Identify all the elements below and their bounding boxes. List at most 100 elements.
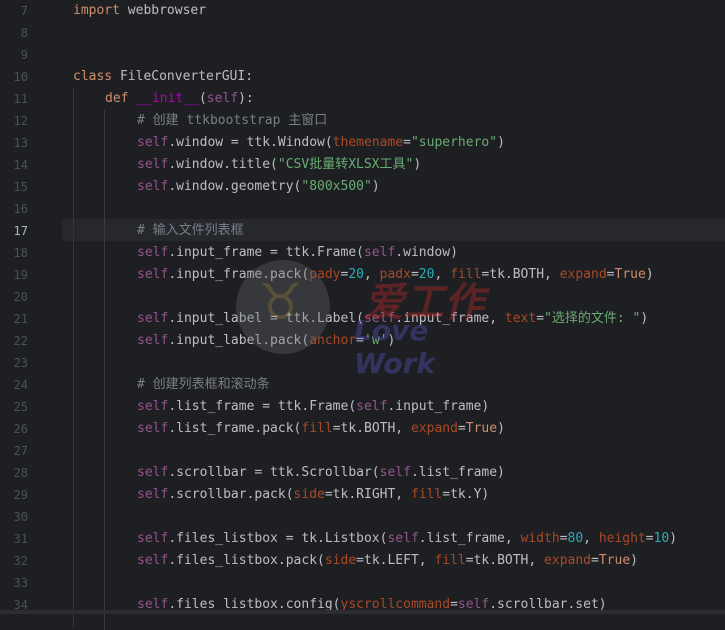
token-text: ): [497, 135, 505, 150]
token-param: fill: [301, 421, 333, 436]
watermark-text-en: Love Work: [354, 314, 436, 380]
line-number: 9: [20, 48, 28, 62]
code-line[interactable]: self.window.geometry("800x500"): [137, 176, 380, 198]
token-self: self: [137, 487, 169, 502]
line-number: 7: [20, 4, 28, 18]
line-number: 12: [13, 114, 28, 128]
line-number: 24: [13, 378, 28, 392]
line-number: 25: [13, 400, 28, 414]
token-text: .list_frame): [410, 465, 505, 480]
line-number: 26: [13, 422, 28, 436]
code-editor[interactable]: 7 8 9 10 11 12 13 14 15 16 17 18 19 20 2…: [0, 0, 725, 630]
token-self: self: [137, 421, 169, 436]
token-param: fill: [410, 487, 443, 502]
token-text: FileConverterGUI:: [112, 69, 254, 84]
token-param: height: [598, 531, 646, 546]
code-line[interactable]: import webbrowser: [73, 0, 206, 22]
token-string: "800x500": [301, 179, 372, 194]
token-keyword: def: [105, 91, 129, 106]
token-param: themename: [332, 135, 404, 150]
code-line[interactable]: self.scrollbar = ttk.Scrollbar(self.list…: [137, 462, 505, 484]
token-param: expand: [410, 421, 458, 436]
token-text: ,: [583, 531, 599, 546]
token-string: "superhero": [410, 135, 498, 150]
token-text: =: [559, 531, 568, 546]
token-self: self: [137, 333, 169, 348]
token-text: =: [606, 267, 615, 282]
line-number: 14: [13, 158, 28, 172]
code-line[interactable]: # 输入文件列表框: [137, 220, 244, 242]
token-param: width: [520, 531, 560, 546]
token-text: =: [591, 553, 599, 568]
line-number: 20: [13, 290, 28, 304]
token-number: 80: [567, 531, 584, 546]
token-string: "CSV批量转XLSX工具": [277, 157, 414, 172]
token-text: .input_frame): [387, 399, 490, 414]
token-text: .window.title(: [168, 157, 278, 172]
token-keyword: True: [598, 553, 631, 568]
token-text: .files_listbox.pack(: [168, 553, 325, 568]
token-text: .list_frame.pack(: [168, 421, 302, 436]
token-text: =tk.RIGHT,: [324, 487, 411, 502]
token-string: "选择的文件: ": [544, 311, 641, 326]
line-number-current: 17: [13, 224, 28, 238]
code-line[interactable]: self.window.title("CSV批量转XLSX工具"): [137, 154, 421, 176]
line-number: 32: [13, 554, 28, 568]
code-line[interactable]: # 创建列表框和滚动条: [137, 374, 270, 396]
code-line[interactable]: self.list_frame.pack(fill=tk.BOTH, expan…: [137, 418, 505, 440]
code-line[interactable]: def __init__(self):: [105, 88, 254, 110]
token-param: expand: [544, 553, 592, 568]
token-self: self: [137, 179, 169, 194]
status-bar: [0, 610, 725, 614]
code-line[interactable]: self.window = ttk.Window(themename="supe…: [137, 132, 505, 154]
token-self: self: [137, 399, 169, 414]
token-text: =: [403, 135, 411, 150]
token-keyword: import: [73, 3, 120, 18]
token-text: ): [640, 311, 649, 326]
token-self: self: [137, 157, 169, 172]
line-number: 31: [13, 532, 28, 546]
code-line[interactable]: class FileConverterGUI:: [73, 66, 253, 88]
token-text: ):: [238, 91, 254, 106]
token-text: =tk.Y): [442, 487, 490, 502]
cow-mascot-icon: ♉: [258, 273, 303, 331]
line-number: 16: [13, 202, 28, 216]
token-text: .scrollbar.pack(: [168, 487, 294, 502]
token-keyword: class: [73, 69, 113, 84]
token-self: self: [206, 91, 239, 106]
line-number: 30: [13, 510, 28, 524]
token-text: ): [630, 553, 638, 568]
code-line[interactable]: self.files_listbox = tk.Listbox(self.lis…: [137, 528, 677, 550]
token-self: self: [137, 553, 169, 568]
token-keyword: True: [614, 267, 646, 282]
line-number: 27: [13, 444, 28, 458]
token-self: self: [356, 399, 388, 414]
token-self: self: [387, 531, 419, 546]
token-magic: __init__: [136, 91, 199, 106]
token-text: .window = ttk.Window(: [168, 135, 333, 150]
token-text: (: [198, 91, 207, 106]
token-self: self: [137, 465, 169, 480]
token-text: .files_listbox = tk.Listbox(: [168, 531, 388, 546]
token-self: self: [137, 135, 169, 150]
line-number: 13: [13, 136, 28, 150]
token-param: side: [324, 553, 357, 568]
token-param: side: [293, 487, 325, 502]
line-number: 21: [13, 312, 28, 326]
token-self: self: [137, 267, 169, 282]
token-text: .list_frame = ttk.Frame(: [168, 399, 357, 414]
code-line[interactable]: self.list_frame = ttk.Frame(self.input_f…: [137, 396, 489, 418]
token-text: ): [645, 267, 654, 282]
token-text: =: [645, 531, 654, 546]
line-number: 10: [13, 70, 28, 84]
token-text: .window.geometry(: [168, 179, 302, 194]
token-param: text: [504, 311, 537, 326]
code-line[interactable]: self.scrollbar.pack(side=tk.RIGHT, fill=…: [137, 484, 489, 506]
token-comment: # 输入文件列表框: [137, 223, 244, 238]
code-line[interactable]: self.files_listbox.pack(side=tk.LEFT, fi…: [137, 550, 638, 572]
line-number: 29: [13, 488, 28, 502]
token-text: ): [669, 531, 678, 546]
token-param: expand: [559, 267, 607, 282]
code-line[interactable]: # 创建 ttkbootstrap 主窗口: [137, 110, 327, 132]
line-number: 23: [13, 356, 28, 370]
